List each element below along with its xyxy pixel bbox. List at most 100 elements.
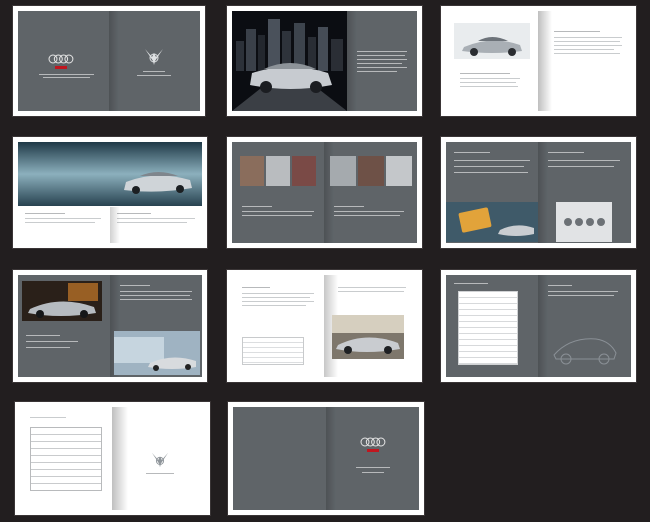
text-line	[25, 222, 95, 223]
text-line	[460, 78, 520, 79]
text-line	[548, 285, 572, 286]
form-table	[30, 427, 102, 491]
text-line	[554, 45, 622, 46]
text-line	[242, 305, 306, 306]
strip-left-page	[232, 142, 324, 243]
text-line	[120, 299, 192, 300]
service-card-photo	[446, 202, 538, 242]
brochure-spread-cover	[13, 6, 205, 116]
text-line	[548, 291, 618, 292]
text-line	[357, 63, 402, 64]
brochure-spread-form	[15, 402, 210, 515]
audi-red-wordmark	[367, 449, 379, 452]
text-line	[454, 283, 488, 284]
text-line	[242, 301, 314, 302]
audi-rings-logo	[48, 54, 74, 64]
white-car-left-page	[446, 11, 538, 111]
text-line	[454, 152, 490, 153]
showroom-photo	[114, 331, 200, 375]
text-line	[554, 37, 622, 38]
text-line	[357, 67, 407, 68]
horizon-photo	[18, 142, 202, 206]
white-text-left-page	[232, 275, 324, 377]
text-line	[43, 77, 90, 78]
photo-thumbnail	[240, 156, 264, 186]
white-car-right-page	[538, 11, 631, 111]
specs-right-page	[538, 275, 631, 377]
brochure-spread-photo-strip	[227, 137, 422, 248]
text-line	[357, 71, 397, 72]
text-line	[548, 166, 614, 167]
photo-thumbnail	[266, 156, 290, 186]
text-line	[334, 215, 400, 216]
brochure-spread-white-text	[227, 270, 422, 382]
car-photo	[22, 281, 102, 321]
text-line	[242, 206, 272, 207]
page-fold	[110, 207, 120, 243]
text-line	[338, 291, 404, 292]
text-line	[242, 293, 314, 294]
car-photo	[454, 23, 530, 59]
text-line	[120, 295, 190, 296]
page-fold	[326, 407, 336, 510]
text-line	[356, 467, 390, 468]
text-line	[357, 55, 405, 56]
text-line	[117, 218, 195, 219]
cover-back-page	[18, 11, 109, 111]
brochure-spread-showroom	[13, 270, 207, 382]
text-line	[454, 172, 528, 173]
photo-thumbnail	[292, 156, 316, 186]
text-line	[30, 417, 66, 418]
text-line	[362, 472, 384, 473]
text-line	[454, 160, 530, 161]
icon-circle	[575, 218, 583, 226]
showroom-right-page	[110, 275, 202, 377]
text-line	[554, 49, 614, 50]
specs-left-page	[446, 275, 538, 377]
text-line	[242, 297, 310, 298]
car-outline-sketch	[553, 338, 617, 365]
page-fold	[538, 11, 552, 111]
form-left-page	[20, 407, 112, 510]
text-line	[117, 213, 151, 214]
audi-red-wordmark	[55, 66, 67, 69]
text-line	[137, 75, 171, 76]
text-line	[548, 160, 620, 161]
page-fold	[109, 11, 119, 111]
text-line	[548, 152, 584, 153]
audi-rings-logo	[360, 437, 386, 447]
text-line	[554, 31, 600, 32]
text-line	[25, 213, 65, 214]
text-line	[554, 41, 620, 42]
text-line	[460, 73, 510, 74]
text-line	[357, 59, 407, 60]
spec-table	[458, 291, 518, 365]
page-fold	[347, 11, 357, 111]
car-photo	[332, 315, 404, 359]
text-line	[334, 206, 364, 207]
data-table	[242, 337, 304, 365]
form-right-page	[112, 407, 205, 510]
icon-circle	[564, 218, 572, 226]
text-line	[26, 347, 70, 348]
text-line	[460, 86, 518, 87]
brochure-spread-back-cover	[228, 402, 424, 515]
city-text-page	[347, 11, 417, 111]
photo-thumbnail	[330, 156, 356, 186]
showroom-left-page	[18, 275, 110, 377]
text-line	[120, 291, 192, 292]
page-fold	[538, 142, 548, 243]
photo-thumbnail	[386, 156, 412, 186]
icon-circle	[586, 218, 594, 226]
back-left-page	[233, 407, 326, 510]
text-line	[39, 74, 94, 75]
brochure-spread-white-car	[441, 6, 636, 116]
brochure-spread-city	[227, 6, 422, 116]
text-line	[120, 285, 150, 286]
text-line	[117, 222, 187, 223]
text-line	[548, 295, 614, 296]
text-line	[454, 166, 524, 167]
page-fold	[538, 275, 548, 377]
text-line	[242, 287, 270, 288]
strip-right-page	[324, 142, 417, 243]
